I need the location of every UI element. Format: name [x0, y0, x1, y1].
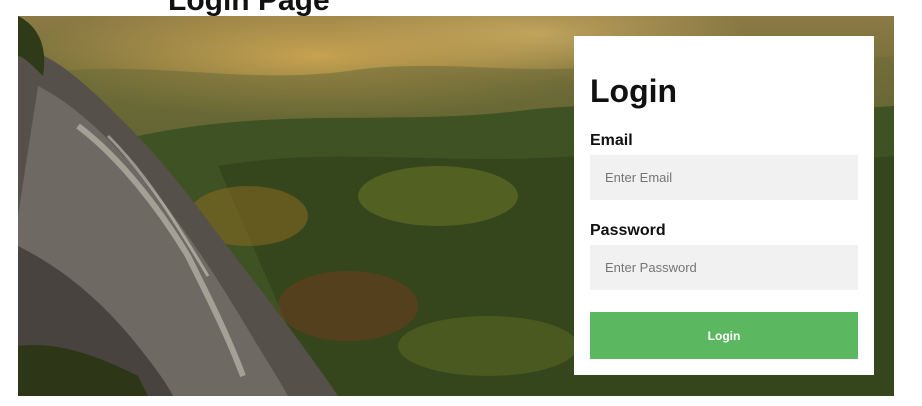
page: Login Page Login Email Enter Email Passw… — [0, 0, 922, 406]
password-label: Password — [590, 222, 666, 239]
login-title: Login — [590, 73, 678, 109]
password-field[interactable] — [590, 245, 858, 290]
hero-background-image: Login Email Password Login — [18, 16, 894, 396]
email-label: Email — [590, 132, 633, 149]
email-field[interactable] — [590, 155, 858, 200]
login-card: Login Email Password Login — [574, 36, 874, 375]
login-button[interactable]: Login — [590, 312, 858, 359]
